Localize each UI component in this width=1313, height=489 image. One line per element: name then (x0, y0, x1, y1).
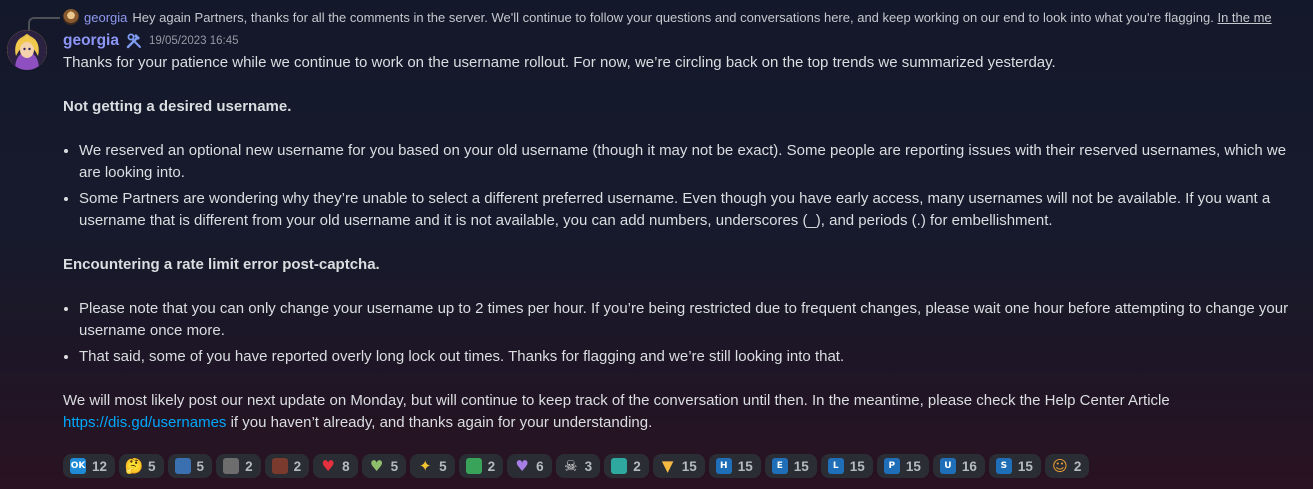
reaction-count: 5 (439, 458, 447, 474)
reaction-button[interactable]: 5 (167, 454, 213, 478)
closing-text: We will most likely post our next update… (63, 392, 1170, 431)
section-heading-rate-limit: Encountering a rate limit error post-cap… (63, 256, 380, 273)
reaction-button[interactable]: 2 (216, 454, 261, 478)
hammer-wrench-icon (126, 33, 141, 49)
intro-text: Thanks for your patience while we contin… (63, 54, 1056, 71)
reaction-count: 2 (633, 458, 641, 474)
reaction-count: 8 (342, 458, 350, 474)
reaction-count: 6 (536, 458, 544, 474)
section-heading-username: Not getting a desired username. (63, 98, 292, 115)
tiny-text-icon (271, 458, 288, 474)
avatar-portrait-icon (7, 30, 47, 70)
reply-text[interactable]: Hey again Partners, thanks for all the c… (132, 10, 1271, 25)
letter-p-icon: P (883, 458, 900, 474)
help-center-link[interactable]: https://dis.gd/usernames (63, 414, 226, 431)
reaction-count: 2 (245, 458, 253, 474)
reaction-count: 5 (390, 458, 399, 474)
reaction-button[interactable]: H 15 (708, 454, 761, 478)
message-header: georgia 19/05/2023 16:45 (63, 31, 239, 51)
green-heart-icon: ♥ (369, 456, 384, 475)
reaction-count: 12 (92, 458, 108, 474)
reaction-button[interactable]: 2 (264, 454, 310, 478)
author-name[interactable]: georgia (63, 32, 119, 50)
reaction-count: 15 (681, 458, 697, 474)
thinking-icon: 🤔 (124, 456, 144, 475)
reaction-button[interactable]: 🤔 5 (119, 454, 164, 478)
reaction-count: 2 (1073, 458, 1082, 474)
ok-icon: OK (70, 458, 86, 474)
list-item: That said, some of you have reported ove… (79, 346, 1303, 368)
letter-s-icon: S (995, 458, 1012, 474)
message-content: Thanks for your patience while we contin… (63, 52, 1303, 434)
author-avatar[interactable] (7, 30, 47, 70)
reaction-count: 15 (1017, 458, 1033, 474)
letter-e-icon: E (771, 458, 788, 474)
reaction-count: 15 (905, 458, 921, 474)
reply-preview[interactable]: georgia Hey again Partners, thanks for a… (63, 8, 1313, 26)
letter-h-icon: H (715, 458, 732, 474)
reply-author[interactable]: georgia (84, 10, 127, 25)
sparkles-icon: ✦ (418, 456, 432, 475)
letter-u-icon: U (939, 458, 956, 474)
reaction-count: 2 (293, 458, 302, 474)
bullet-list-rate-limit: Please note that you can only change you… (63, 298, 1303, 368)
pixel-face-icon (223, 458, 240, 474)
skull-icon: ☠ (563, 456, 578, 475)
list-item: We reserved an optional new username for… (79, 140, 1303, 184)
reaction-count: 15 (793, 458, 809, 474)
reaction-count: 3 (584, 458, 593, 474)
reaction-button[interactable]: OK 12 (63, 454, 116, 478)
reaction-count: 5 (196, 458, 205, 474)
thumbs-down-icon: ▼ (661, 456, 674, 475)
reaction-button[interactable]: S 15 (988, 454, 1041, 478)
reply-avatar[interactable] (63, 9, 79, 25)
turtle-icon (611, 458, 628, 474)
red-heart-icon: ♥ (321, 456, 335, 475)
reaction-button[interactable]: ☺ 2 (1044, 454, 1090, 478)
message-timestamp: 19/05/2023 16:45 (148, 35, 239, 47)
reaction-button[interactable]: ♥ 5 (361, 454, 407, 478)
reaction-count: 16 (961, 458, 977, 474)
reaction-button[interactable]: ♥ 8 (313, 454, 358, 478)
letter-l-icon: L (827, 458, 844, 474)
reaction-count: 5 (148, 458, 156, 474)
frog-icon (465, 458, 482, 474)
reaction-button[interactable]: 2 (458, 454, 504, 478)
reaction-button[interactable]: ☠ 3 (555, 454, 601, 478)
reactions-bar: OK 12 🤔 5 5 2 2 ♥ 8 ♥ 5 ✦ 5 2 ♥ 6 ☠ 3 2 ▼ 15 H 15 E 15 L 15 P 15 U 16 S… (63, 453, 1090, 479)
reaction-count: 15 (849, 458, 865, 474)
reaction-button[interactable]: E 15 (764, 454, 817, 478)
bullet-list-username: We reserved an optional new username for… (63, 140, 1303, 232)
reaction-button[interactable]: ✦ 5 (410, 454, 455, 478)
reaction-button[interactable]: 2 (604, 454, 649, 478)
reaction-button[interactable]: U 16 (932, 454, 985, 478)
list-item: Some Partners are wondering why they’re … (79, 188, 1303, 232)
reaction-count: 15 (737, 458, 753, 474)
list-item: Please note that you can only change you… (79, 298, 1303, 342)
shrug-icon: ☺ (1052, 456, 1068, 475)
reply-link[interactable]: In the me (1217, 10, 1271, 25)
reaction-count: 2 (487, 458, 496, 474)
reaction-button[interactable]: ▼ 15 (652, 454, 705, 478)
thank-you-icon (174, 458, 191, 474)
reaction-button[interactable]: L 15 (820, 454, 873, 478)
reaction-button[interactable]: P 15 (876, 454, 929, 478)
reaction-button[interactable]: ♥ 6 (507, 454, 552, 478)
purple-heart-icon: ♥ (515, 456, 529, 475)
